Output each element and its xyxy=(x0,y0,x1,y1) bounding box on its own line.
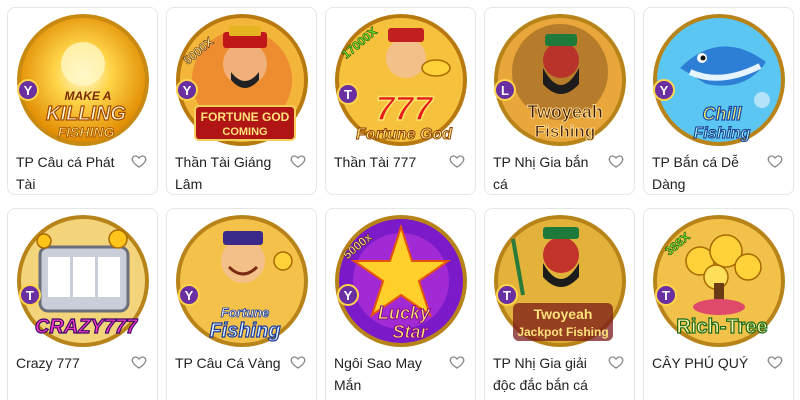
twoyeah-jackpot-fishing-logo: T Twoyeah Jackpot Fishing xyxy=(494,215,626,347)
game-card[interactable]: T CRAZY777 Crazy 777 xyxy=(7,208,158,400)
game-title: TP Bắn cá Dễ Dàng xyxy=(652,154,739,192)
favorite-heart-icon[interactable] xyxy=(767,354,783,370)
game-title: Thần Tài Giáng Lâm xyxy=(175,154,272,192)
svg-text:Y: Y xyxy=(660,83,669,98)
svg-text:Lucky: Lucky xyxy=(378,303,431,323)
svg-text:FISHING: FISHING xyxy=(58,124,115,140)
svg-text:Y: Y xyxy=(183,83,192,98)
favorite-heart-icon[interactable] xyxy=(131,153,147,169)
svg-text:CRAZY777: CRAZY777 xyxy=(35,316,138,338)
favorite-heart-icon[interactable] xyxy=(767,153,783,169)
game-card[interactable]: 5000x Y Lucky Star Ngôi Sao May Mắn xyxy=(325,208,476,400)
svg-text:Twoyeah: Twoyeah xyxy=(527,102,603,122)
game-thumbnail[interactable]: Y Chill Fishing xyxy=(650,12,789,148)
game-card[interactable]: Y Chill Fishing TP Bắn cá Dễ Dàng xyxy=(643,7,794,195)
svg-text:Fishing: Fishing xyxy=(694,125,751,142)
game-title: Thần Tài 777 xyxy=(334,154,417,170)
fortune-fishing-logo: Y Fortune Fishing xyxy=(176,215,308,347)
game-title: Ngôi Sao May Mắn xyxy=(334,355,422,393)
game-title: CÂY PHÚ QUÝ xyxy=(652,355,749,371)
game-title: Crazy 777 xyxy=(16,355,80,371)
svg-text:MAKE A: MAKE A xyxy=(65,89,112,103)
svg-text:Jackpot Fishing: Jackpot Fishing xyxy=(517,325,608,339)
game-card[interactable]: 388X T Rich-Tree CÂY PHÚ QUÝ xyxy=(643,208,794,400)
svg-text:Y: Y xyxy=(344,288,353,303)
favorite-heart-icon[interactable] xyxy=(449,153,465,169)
game-thumbnail[interactable]: 5000x Y Lucky Star xyxy=(332,213,471,349)
game-card[interactable]: T Twoyeah Jackpot Fishing TP Nhị Gia giả… xyxy=(484,208,635,400)
svg-text:T: T xyxy=(26,288,34,303)
provider-badge: Y xyxy=(24,83,33,98)
game-title: TP Câu cá Phát Tài xyxy=(16,154,115,192)
svg-text:777: 777 xyxy=(376,90,435,128)
game-thumbnail[interactable]: 388X T Rich-Tree xyxy=(650,213,789,349)
game-grid: Y MAKE A KILLING FISHING TP Câu cá Phát … xyxy=(7,7,796,400)
favorite-heart-icon[interactable] xyxy=(608,153,624,169)
make-a-killing-fishing-logo: Y MAKE A KILLING FISHING xyxy=(17,14,149,146)
game-card[interactable]: 17000X T 777 Fortune God Thần Tài 777 xyxy=(325,7,476,195)
game-card[interactable]: L Twoyeah Fishing TP Nhị Gia bắn cá xyxy=(484,7,635,195)
svg-text:Chill: Chill xyxy=(703,104,743,124)
game-thumbnail[interactable]: T Twoyeah Jackpot Fishing xyxy=(491,213,630,349)
game-title: TP Nhị Gia giải độc đắc bắn cá xyxy=(493,355,588,393)
favorite-heart-icon[interactable] xyxy=(131,354,147,370)
favorite-heart-icon[interactable] xyxy=(290,354,306,370)
svg-text:T: T xyxy=(662,288,670,303)
game-thumbnail[interactable]: 17000X T 777 Fortune God xyxy=(332,12,471,148)
chill-fishing-logo: Y Chill Fishing xyxy=(653,14,785,146)
svg-text:Fishing: Fishing xyxy=(209,320,280,342)
game-thumbnail[interactable]: L Twoyeah Fishing xyxy=(491,12,630,148)
svg-text:COMING: COMING xyxy=(222,126,267,138)
game-thumbnail[interactable]: T CRAZY777 xyxy=(14,213,153,349)
game-title: TP Câu Cá Vàng xyxy=(175,355,281,371)
svg-text:KILLING: KILLING xyxy=(46,103,126,125)
favorite-heart-icon[interactable] xyxy=(608,354,624,370)
game-card[interactable]: 5000X Y FORTUNE GOD COMING Thần Tài Gián… xyxy=(166,7,317,195)
game-thumbnail[interactable]: Y MAKE A KILLING FISHING xyxy=(14,12,153,148)
game-card[interactable]: Y Fortune Fishing TP Câu Cá Vàng xyxy=(166,208,317,400)
svg-text:FORTUNE GOD: FORTUNE GOD xyxy=(201,110,290,124)
fortune-god-coming-logo: 5000X Y FORTUNE GOD COMING xyxy=(176,14,308,146)
svg-text:T: T xyxy=(503,288,511,303)
game-title: TP Nhị Gia bắn cá xyxy=(493,154,589,192)
svg-text:Fortune God: Fortune God xyxy=(356,126,453,143)
twoyeah-fishing-logo: L Twoyeah Fishing xyxy=(494,14,626,146)
svg-text:L: L xyxy=(501,83,509,98)
svg-text:Rich-Tree: Rich-Tree xyxy=(676,316,767,338)
crazy-777-logo: T CRAZY777 xyxy=(17,215,149,347)
favorite-heart-icon[interactable] xyxy=(290,153,306,169)
lucky-star-logo: 5000x Y Lucky Star xyxy=(335,215,467,347)
svg-text:Star: Star xyxy=(392,322,428,342)
fortune-god-777-logo: 17000X T 777 Fortune God xyxy=(335,14,467,146)
game-card[interactable]: Y MAKE A KILLING FISHING TP Câu cá Phát … xyxy=(7,7,158,195)
svg-text:Fishing: Fishing xyxy=(535,122,595,141)
game-thumbnail[interactable]: Y Fortune Fishing xyxy=(173,213,312,349)
favorite-heart-icon[interactable] xyxy=(449,354,465,370)
svg-text:Y: Y xyxy=(185,288,194,303)
svg-text:T: T xyxy=(344,87,352,102)
svg-text:Twoyeah: Twoyeah xyxy=(534,306,593,322)
game-thumbnail[interactable]: 5000X Y FORTUNE GOD COMING xyxy=(173,12,312,148)
svg-text:Fortune: Fortune xyxy=(221,305,269,320)
rich-tree-logo: 388X T Rich-Tree xyxy=(653,215,785,347)
